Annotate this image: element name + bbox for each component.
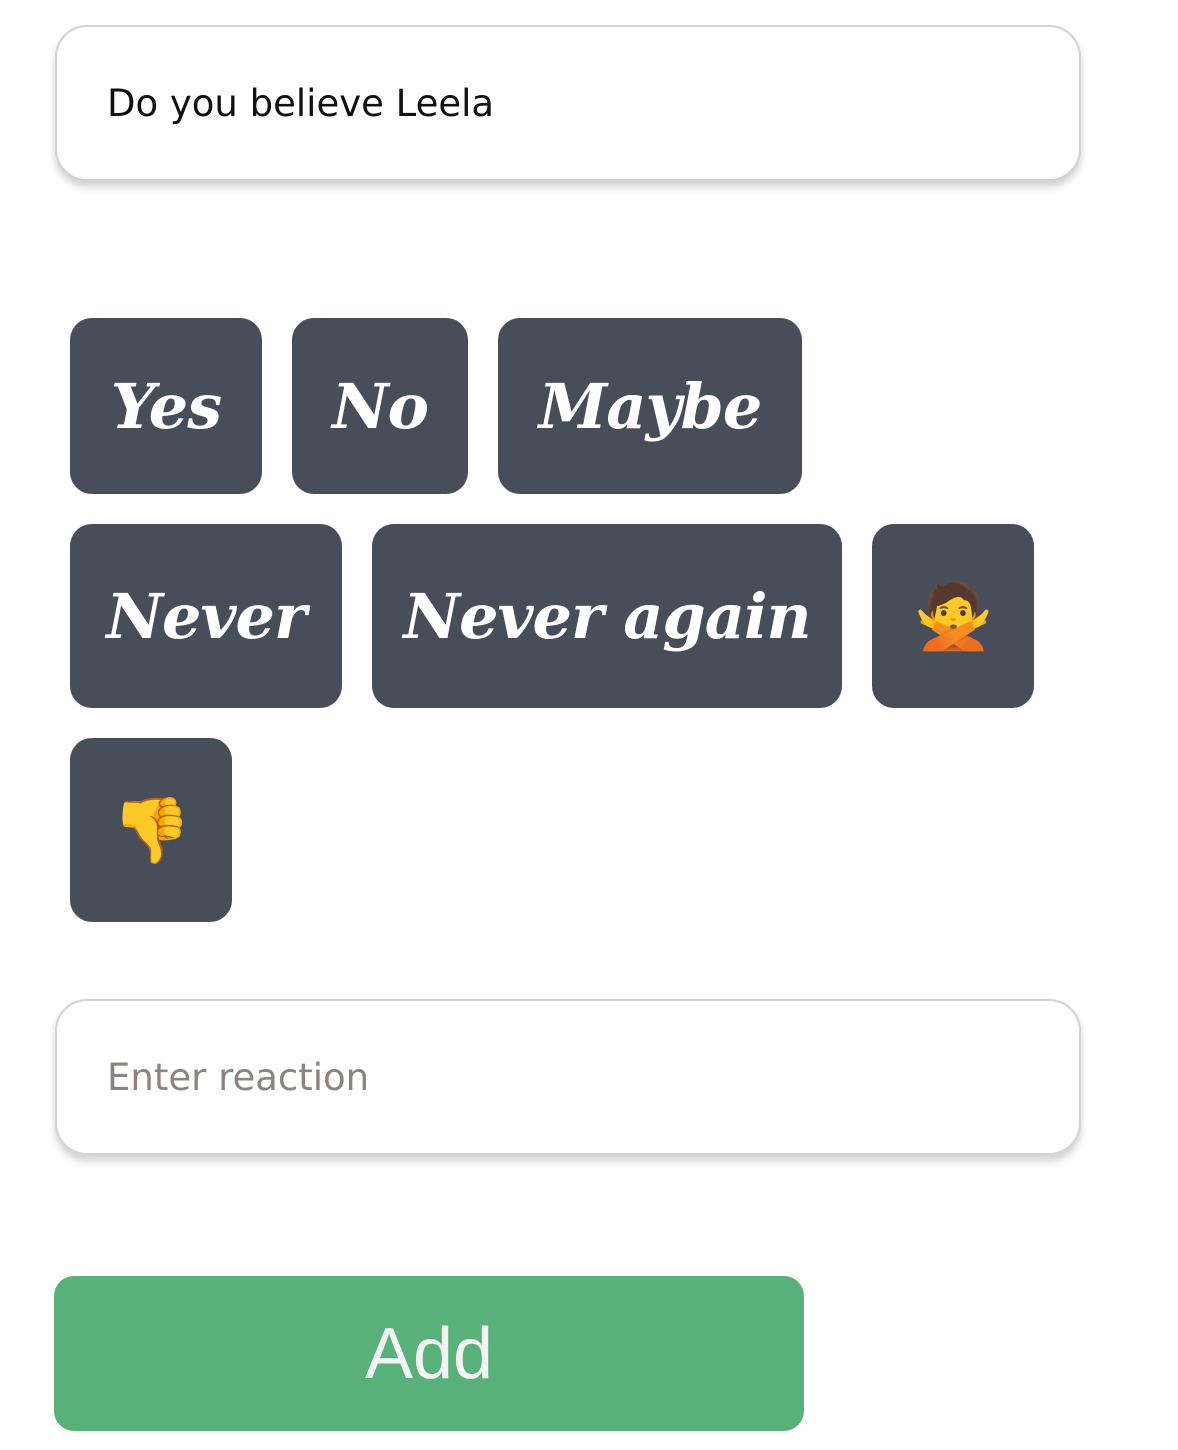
reaction-input-placeholder: Enter reaction <box>107 1055 370 1099</box>
question-text: Do you believe Leela <box>107 81 495 125</box>
question-input[interactable]: Do you believe Leela <box>55 25 1081 181</box>
reaction-button-person-gesturing-no[interactable]: 🙅 <box>872 524 1034 708</box>
reaction-input[interactable]: Enter reaction <box>55 999 1081 1155</box>
thumbs-down-icon: 👎 <box>111 793 192 868</box>
reaction-button-no[interactable]: No <box>292 318 468 494</box>
person-gesturing-no-icon: 🙅 <box>913 579 994 654</box>
reaction-button-thumbs-down[interactable]: 👎 <box>70 738 232 922</box>
add-button[interactable]: Add <box>54 1276 804 1431</box>
reaction-button-never-again[interactable]: Never again <box>372 524 842 708</box>
reaction-button-maybe[interactable]: Maybe <box>498 318 802 494</box>
reaction-button-never[interactable]: Never <box>70 524 342 708</box>
reaction-button-yes[interactable]: Yes <box>70 318 262 494</box>
